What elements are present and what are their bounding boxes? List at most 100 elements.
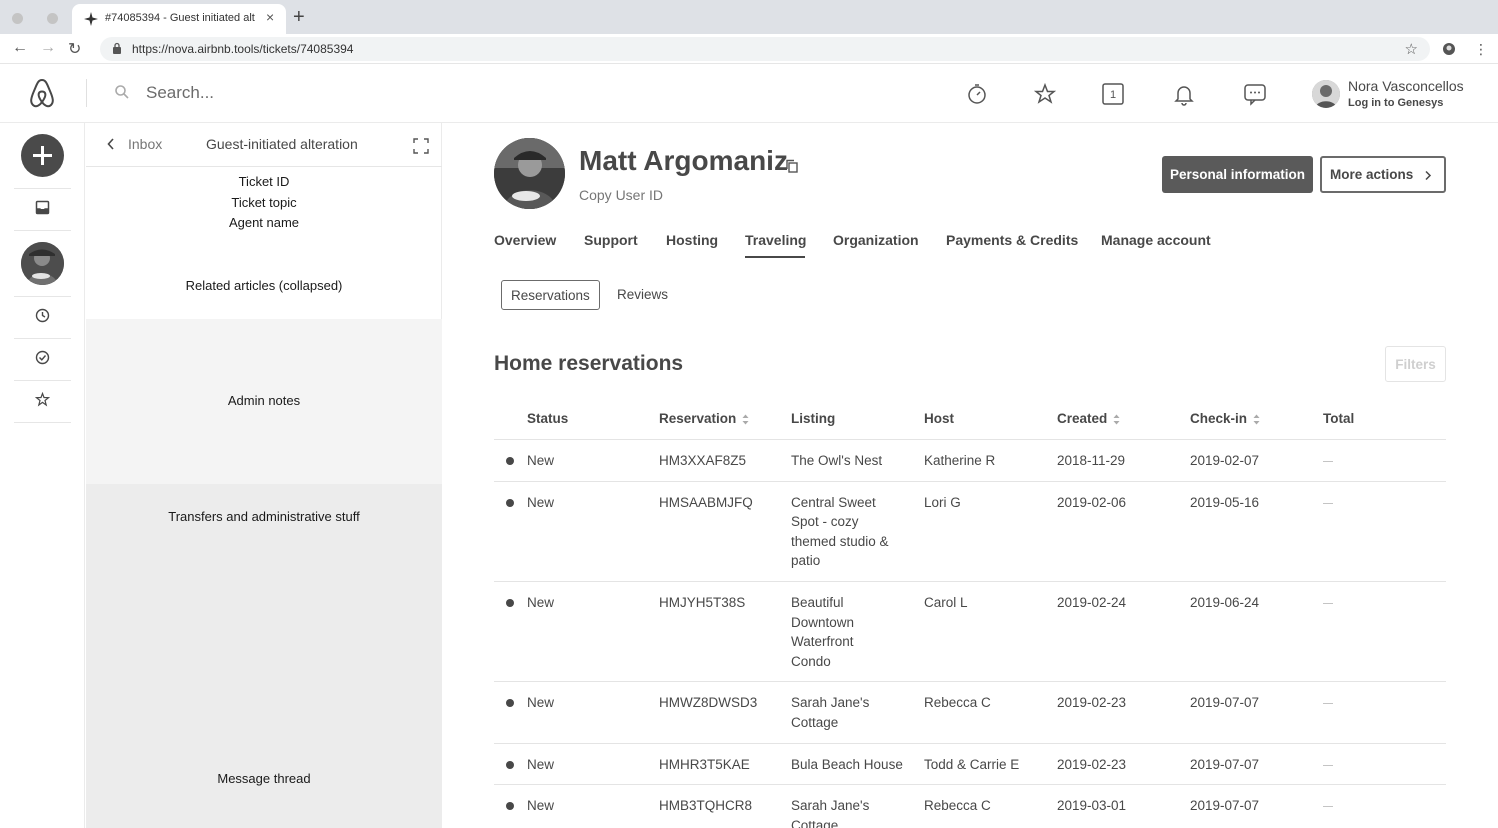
- message-thread: Message thread: [217, 771, 311, 786]
- inbox-icon[interactable]: [35, 200, 50, 215]
- ticket-panel: Inbox Guest-initiated alteration Ticket …: [86, 123, 442, 828]
- tab-traveling[interactable]: Traveling: [745, 232, 806, 248]
- genesys-login-link[interactable]: Log in to Genesys: [1348, 97, 1443, 109]
- address-bar-row: ← → ↻ https://nova.airbnb.tools/tickets/…: [0, 34, 1498, 64]
- column-header-total: Total: [1323, 411, 1355, 426]
- tab-support[interactable]: Support: [584, 232, 638, 248]
- bell-icon[interactable]: [1172, 82, 1196, 106]
- admin-notes: Admin notes: [227, 393, 301, 408]
- listing-name: patio: [791, 553, 821, 569]
- extension-icon[interactable]: [1442, 42, 1456, 56]
- star-icon[interactable]: [35, 392, 50, 407]
- stopwatch-icon[interactable]: [965, 82, 989, 106]
- total-empty-dash: [1323, 603, 1333, 604]
- personal-information-button[interactable]: Personal information: [1162, 156, 1313, 193]
- browser-tab-bar: #74085394 - Guest initiated alt × +: [0, 0, 1498, 34]
- user-avatar-image: [1312, 80, 1340, 108]
- expand-icon[interactable]: [412, 137, 430, 155]
- tab-close-icon[interactable]: ×: [266, 9, 274, 25]
- column-header-checkin[interactable]: Check-in: [1190, 411, 1260, 426]
- status-dot: [506, 599, 514, 607]
- created-date: 2019-03-01: [1057, 798, 1127, 814]
- forward-arrow-icon[interactable]: →: [40, 39, 56, 57]
- window-close-button[interactable]: [12, 13, 23, 24]
- status-cell: New: [527, 798, 555, 814]
- column-header-created[interactable]: Created: [1057, 411, 1120, 426]
- browser-tab[interactable]: #74085394 - Guest initiated alt ×: [72, 4, 286, 34]
- host-name: Lori G: [924, 494, 961, 510]
- reservation-code[interactable]: HMB3TQHCR8: [659, 796, 752, 816]
- tab-hosting[interactable]: Hosting: [666, 232, 718, 248]
- created-date: 2018-11-29: [1057, 453, 1126, 468]
- status-cell: New: [527, 595, 555, 610]
- reservation-code[interactable]: HM3XXAF8Z5: [659, 451, 746, 471]
- queue-count: 1: [1110, 89, 1116, 101]
- column-header-listing: Listing: [791, 411, 836, 426]
- created-date: 2019-02-24: [1057, 595, 1127, 610]
- column-header-checkin-label: Check-in: [1190, 411, 1248, 426]
- listing-name: Sarah Jane's: [791, 695, 870, 711]
- tab-organization[interactable]: Organization: [833, 232, 919, 248]
- reservation-code[interactable]: HMHR3T5KAE: [659, 755, 750, 775]
- rail-divider: [14, 188, 71, 189]
- airbnb-logo-icon[interactable]: [28, 78, 56, 108]
- rail-divider: [14, 422, 71, 423]
- left-rail: [0, 123, 85, 828]
- browser-menu-icon[interactable]: ⋮: [1474, 41, 1488, 58]
- profile-name: Matt Argomaniz: [579, 145, 788, 176]
- sort-icon: [1113, 414, 1120, 425]
- back-arrow-icon[interactable]: ←: [12, 39, 28, 57]
- subtab-reservations[interactable]: Reservations: [501, 280, 600, 310]
- user-name: Nora Vasconcellos: [1348, 78, 1464, 94]
- related-articles[interactable]: Related articles (collapsed): [86, 278, 442, 293]
- tab-manage-account[interactable]: Manage account: [1101, 232, 1211, 248]
- profile-photo: [494, 138, 565, 209]
- reservation-code[interactable]: HMSAABMJFQ: [659, 493, 753, 513]
- customer-avatar[interactable]: [21, 242, 64, 285]
- chat-icon[interactable]: [1243, 82, 1267, 106]
- created-date: 2019-02-06: [1057, 494, 1127, 510]
- inbox-back-link[interactable]: Inbox: [128, 136, 162, 152]
- search-input[interactable]: [146, 80, 646, 106]
- window-minimize-button[interactable]: [47, 13, 58, 24]
- host-name: Carol L: [924, 595, 968, 610]
- subtab-reviews[interactable]: Reviews: [617, 287, 668, 302]
- column-header-created-label: Created: [1057, 411, 1108, 426]
- copy-icon[interactable]: [785, 159, 799, 173]
- listing-name: Cottage: [791, 715, 839, 730]
- new-tab-icon[interactable]: +: [293, 6, 305, 29]
- reload-icon[interactable]: ↻: [68, 39, 81, 59]
- tab-payments-credits[interactable]: Payments & Credits: [946, 232, 1078, 248]
- queue-count-icon[interactable]: 1: [1101, 82, 1125, 106]
- table-row[interactable]: [494, 582, 1446, 681]
- listing-name: Condo: [791, 653, 831, 669]
- table-row[interactable]: [494, 482, 1446, 581]
- add-button[interactable]: [21, 134, 64, 177]
- check-circle-icon[interactable]: [35, 350, 50, 365]
- status-cell: New: [527, 756, 555, 772]
- status-dot: [506, 457, 514, 465]
- more-actions-button[interactable]: More actions: [1320, 156, 1446, 193]
- user-avatar[interactable]: [1312, 80, 1340, 108]
- status-dot: [506, 760, 514, 769]
- total-empty-dash: [1323, 502, 1333, 504]
- url-field[interactable]: https://nova.airbnb.tools/tickets/740853…: [100, 37, 1430, 61]
- total-empty-dash: [1323, 806, 1333, 808]
- status-dot: [506, 498, 514, 507]
- reservation-code[interactable]: HMWZ8DWSD3: [659, 693, 757, 713]
- copy-user-id-link[interactable]: Copy User ID: [579, 187, 663, 203]
- clock-icon[interactable]: [35, 308, 50, 323]
- filters-button[interactable]: Filters: [1385, 346, 1446, 382]
- chevron-left-icon[interactable]: [106, 137, 116, 151]
- bookmark-star-icon[interactable]: ☆: [1405, 40, 1418, 58]
- listing-name: Bula Beach House: [791, 756, 903, 772]
- column-header-status: Status: [527, 411, 569, 426]
- listing-name: Spot - cozy: [791, 514, 859, 530]
- app-header: 1 Nora Vasconcellos Log in to Genesys: [0, 64, 1498, 123]
- total-empty-dash: [1323, 461, 1333, 462]
- tab-overview[interactable]: Overview: [494, 232, 556, 248]
- favorites-star-icon[interactable]: [1033, 82, 1057, 106]
- column-header-reservation[interactable]: Reservation: [659, 411, 749, 426]
- admin-notes-section: Admin notes: [86, 319, 442, 484]
- reservation-code[interactable]: HMJYH5T38S: [659, 593, 745, 613]
